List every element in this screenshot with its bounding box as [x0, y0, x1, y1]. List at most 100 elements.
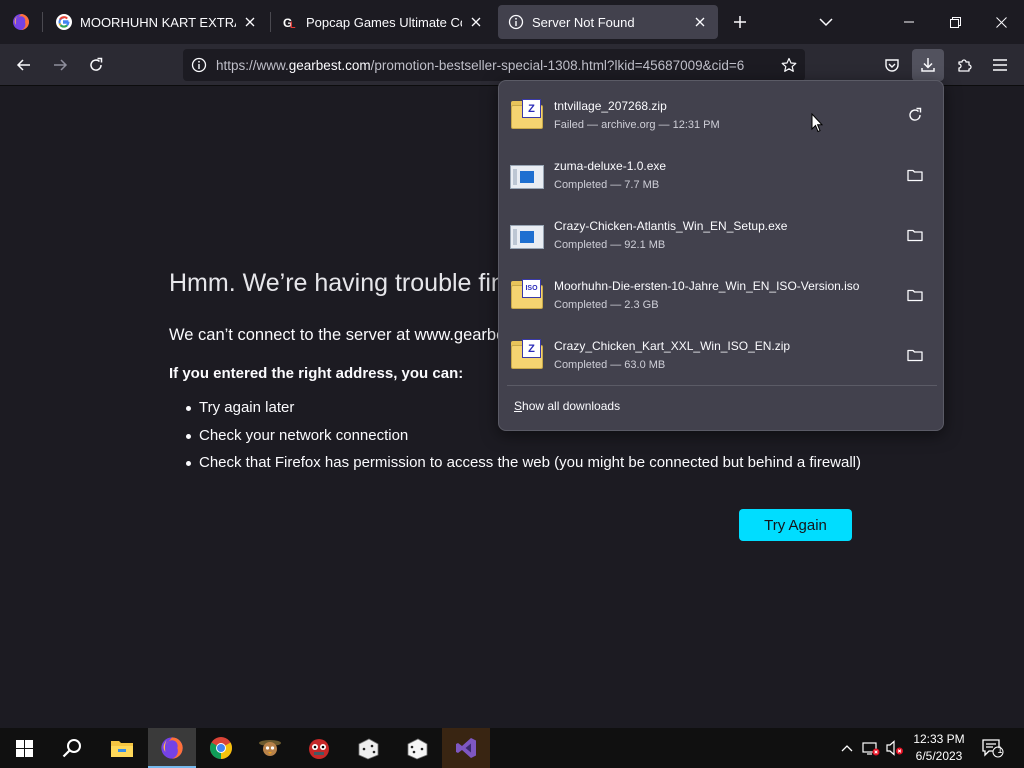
divider: [507, 385, 937, 386]
taskbar: 12:33 PM 6/5/2023 1: [0, 728, 1024, 768]
download-item[interactable]: ISO Moorhuhn-Die-ersten-10-Jahre_Win_EN_…: [507, 269, 937, 321]
dice-game-icon: [358, 738, 379, 760]
mouse-cursor-icon: [811, 113, 823, 133]
forward-button[interactable]: [44, 49, 76, 81]
notification-count: 1: [997, 745, 1003, 755]
zip-file-icon: Z: [509, 97, 545, 133]
clock-time: 12:33 PM: [913, 732, 965, 746]
file-explorer-icon: [111, 741, 133, 757]
start-button[interactable]: [0, 728, 48, 768]
show-in-folder-button[interactable]: [899, 339, 931, 371]
download-item[interactable]: Crazy-Chicken-Atlantis_Win_EN_Setup.exe …: [507, 209, 937, 261]
menu-button[interactable]: [984, 49, 1016, 81]
firefox-view-button[interactable]: [0, 0, 42, 44]
minimize-icon: [904, 21, 914, 23]
download-status: Failed — archive.org — 12:31 PM: [554, 118, 720, 131]
info-icon: [508, 14, 524, 30]
search-icon: [62, 739, 81, 758]
url-prefix: https://www.: [216, 57, 289, 73]
bookmark-star-icon[interactable]: [773, 49, 805, 81]
pocket-icon: [885, 59, 899, 72]
show-in-folder-button[interactable]: [899, 279, 931, 311]
restore-button[interactable]: [932, 0, 978, 44]
list-item: Check that Firefox has permission to acc…: [169, 453, 861, 481]
close-window-button[interactable]: [978, 0, 1024, 44]
svg-text:L: L: [290, 20, 296, 30]
show-in-folder-button[interactable]: [899, 159, 931, 191]
taskbar-firefox[interactable]: [148, 728, 196, 768]
download-item[interactable]: Z Crazy_Chicken_Kart_XXL_Win_ISO_EN.zip …: [507, 329, 937, 381]
clock-date: 6/5/2023: [915, 749, 963, 763]
taskbar-game-3[interactable]: [344, 728, 392, 768]
new-tab-button[interactable]: [724, 6, 756, 38]
retry-icon: [909, 107, 922, 121]
search-button[interactable]: [48, 728, 96, 768]
arrow-right-icon: [54, 59, 68, 71]
tab-title: Server Not Found: [532, 14, 635, 30]
taskbar-game-1[interactable]: [246, 728, 294, 768]
show-in-folder-button[interactable]: [899, 219, 931, 251]
tab-server-not-found[interactable]: Server Not Found: [498, 5, 718, 39]
download-status: Completed — 2.3 GB: [554, 298, 659, 311]
tab-title: MOORHUHN KART EXTRA XXL: [80, 14, 236, 30]
chevron-down-icon: [819, 18, 833, 27]
moorhuhn-game-icon: [259, 740, 281, 756]
folder-icon: [907, 349, 923, 362]
retry-download-button[interactable]: [899, 99, 931, 131]
volume-muted-icon: [886, 740, 903, 756]
url-domain: gearbest.com: [288, 57, 371, 73]
network-tray-button[interactable]: [860, 728, 882, 768]
list-all-tabs-button[interactable]: [810, 6, 842, 38]
network-icon: [862, 742, 880, 756]
taskbar-game-2[interactable]: [295, 728, 343, 768]
url-bar[interactable]: https://www.gearbest.com/promotion-bests…: [183, 49, 805, 81]
arrow-left-icon: [16, 59, 30, 71]
reload-icon: [90, 57, 103, 71]
downloads-button[interactable]: [912, 49, 944, 81]
exe-file-icon: [509, 217, 545, 253]
error-subheading: If you entered the right address, you ca…: [169, 365, 464, 382]
url-text[interactable]: https://www.gearbest.com/promotion-bests…: [216, 58, 773, 73]
reload-button[interactable]: [80, 49, 112, 81]
folder-icon: [907, 229, 923, 242]
show-hidden-icons-button[interactable]: [836, 728, 858, 768]
downloads-panel: Z tntvillage_207268.zip Failed — archive…: [498, 80, 944, 431]
url-path: /promotion-bestseller-special-1308.html?…: [370, 57, 745, 73]
back-button[interactable]: [8, 49, 40, 81]
tab-popcap[interactable]: G L Popcap Games Ultimate Collect: [272, 5, 494, 39]
taskbar-file-explorer[interactable]: [98, 728, 146, 768]
pocket-button[interactable]: [876, 49, 908, 81]
tab-moorhuhn[interactable]: MOORHUHN KART EXTRA XXL: [46, 5, 268, 39]
action-center-button[interactable]: 1: [980, 728, 1006, 768]
hamburger-menu-icon: [993, 59, 1007, 71]
iso-file-icon: ISO: [509, 277, 545, 313]
tab-title: Popcap Games Ultimate Collect: [306, 14, 462, 30]
minimize-button[interactable]: [886, 0, 932, 44]
try-again-button[interactable]: Try Again: [739, 509, 852, 541]
download-filename: Crazy_Chicken_Kart_XXL_Win_ISO_EN.zip: [554, 338, 791, 353]
tab-separator: [270, 12, 271, 32]
folder-icon: [907, 169, 923, 182]
taskbar-chrome[interactable]: [197, 728, 245, 768]
close-tab-icon[interactable]: [468, 14, 484, 30]
volume-tray-button[interactable]: [884, 728, 906, 768]
extensions-button[interactable]: [948, 49, 980, 81]
download-status: Completed — 63.0 MB: [554, 358, 666, 371]
download-status: Completed — 7.7 MB: [554, 178, 660, 191]
download-filename: zuma-deluxe-1.0.exe: [554, 158, 667, 173]
taskbar-game-4[interactable]: [393, 728, 441, 768]
download-filename: Moorhuhn-Die-ersten-10-Jahre_Win_EN_ISO-…: [554, 278, 860, 293]
download-icon: [921, 58, 935, 72]
firefox-icon: [161, 737, 183, 759]
show-all-downloads-link[interactable]: Show all downloads: [514, 399, 620, 413]
download-status: Completed — 92.1 MB: [554, 238, 666, 251]
plus-icon: [734, 16, 746, 28]
system-clock[interactable]: 12:33 PM 6/5/2023: [906, 731, 972, 765]
zip-file-icon: Z: [509, 337, 545, 373]
taskbar-visual-studio[interactable]: [442, 728, 490, 768]
close-tab-icon[interactable]: [242, 14, 258, 30]
site-info-icon[interactable]: [183, 49, 215, 81]
download-item[interactable]: zuma-deluxe-1.0.exe Completed — 7.7 MB: [507, 149, 937, 201]
close-tab-icon[interactable]: [692, 14, 708, 30]
download-item[interactable]: Z tntvillage_207268.zip Failed — archive…: [507, 89, 937, 141]
